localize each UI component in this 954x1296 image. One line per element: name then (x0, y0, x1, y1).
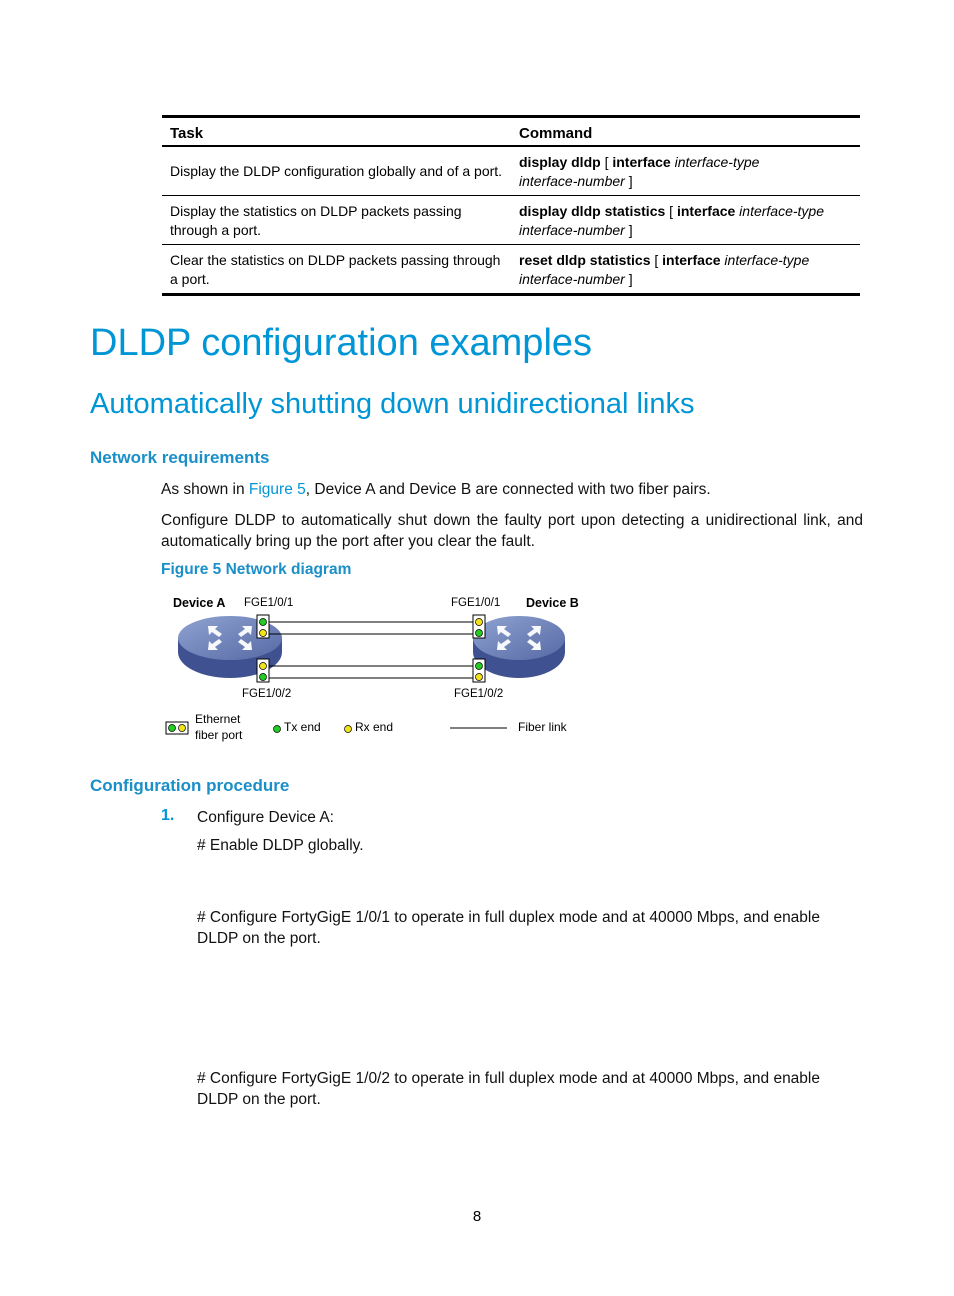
task-cell: Display the statistics on DLDP packets p… (162, 195, 511, 245)
rx-end-icon (259, 662, 267, 670)
command-keyword: interface (662, 252, 721, 268)
legend-rx-icon (344, 725, 352, 733)
subsection-title: Automatically shutting down unidirection… (90, 388, 695, 420)
rx-end-icon (475, 673, 483, 681)
comment-enable-dldp: # Enable DLDP globally. (197, 837, 364, 854)
legend-port-label-2: fiber port (195, 728, 243, 742)
port-a2 (256, 658, 270, 683)
bracket: ] (624, 271, 633, 287)
legend-port-label-1: Ethernet (195, 712, 241, 726)
table-row: Display the DLDP configuration globally … (162, 146, 860, 196)
page-number: 8 (472, 1208, 482, 1225)
legend: Ethernet fiber port Tx end Rx end Fiber … (165, 712, 568, 742)
command-keyword: display dldp (519, 154, 601, 170)
port-b2 (472, 658, 486, 683)
bracket: ] (624, 222, 633, 238)
command-keyword: interface (676, 203, 736, 219)
command-cell: reset dldp statistics [ interface interf… (511, 245, 860, 295)
command-arg: interface-type (670, 154, 760, 170)
command-arg: interface-number (519, 271, 625, 287)
legend-fiber-label: Fiber link (518, 720, 568, 734)
rx-end-icon (475, 618, 483, 626)
rx-end-icon (259, 629, 267, 637)
table-header-row: Task Command (162, 116, 860, 147)
legend-tx-icon (273, 725, 281, 733)
command-cell: display dldp [ interface interface-type i… (511, 146, 860, 196)
device-b-label: Device B (526, 596, 579, 610)
command-arg: interface-number (519, 173, 625, 189)
requirements-paragraph-1: As shown in Figure 5, Device A and Devic… (161, 479, 861, 500)
port-a2-label: FGE1/0/2 (242, 688, 291, 700)
bracket: [ (665, 203, 677, 219)
figure-caption: Figure 5 Network diagram (161, 561, 352, 578)
tx-end-icon (259, 673, 267, 681)
step-1-label: Configure Device A: (197, 809, 334, 826)
network-requirements-heading: Network requirements (90, 448, 270, 467)
text: , Device A and Device B are connected wi… (305, 481, 711, 498)
column-header-command: Command (511, 116, 860, 147)
command-keyword: display dldp statistics (519, 203, 666, 219)
configuration-procedure-heading: Configuration procedure (90, 776, 290, 795)
task-cell: Clear the statistics on DLDP packets pas… (170, 252, 501, 287)
port-a1 (256, 614, 270, 639)
command-keyword: reset dldp statistics (519, 252, 651, 268)
port-a1-label: FGE1/0/1 (244, 597, 293, 609)
table-row: Display the statistics on DLDP packets p… (162, 195, 860, 245)
legend-rx-label: Rx end (355, 720, 393, 734)
device-b-router-icon (473, 616, 565, 678)
bracket: [ (600, 154, 613, 170)
command-keyword: interface (612, 154, 671, 170)
comment-configure-port-2: # Configure FortyGigE 1/0/2 to operate i… (197, 1070, 820, 1108)
legend-tx-label: Tx end (284, 720, 321, 734)
command-arg: interface-type (720, 252, 810, 268)
command-arg: interface-type (735, 203, 825, 219)
text: As shown in (161, 481, 249, 498)
tx-end-icon (475, 629, 483, 637)
column-header-task: Task (162, 116, 511, 147)
port-b1-label: FGE1/0/1 (451, 597, 500, 609)
network-diagram: Device A FGE1/0/1 FGE1/0/2 FGE1/0/1 Devi… (165, 596, 579, 742)
bracket: [ (650, 252, 663, 268)
tx-end-icon (259, 618, 267, 626)
port-b1 (472, 614, 486, 639)
port-b2-label: FGE1/0/2 (454, 688, 503, 700)
comment-configure-port-1: # Configure FortyGigE 1/0/1 to operate i… (197, 909, 820, 947)
task-cell: Display the DLDP configuration globally … (162, 146, 511, 196)
command-cell: display dldp statistics [ interface inte… (511, 195, 860, 245)
step-number: 1. (161, 807, 175, 824)
command-table: Task Command Display the DLDP configurat… (162, 115, 860, 296)
section-title: DLDP configuration examples (90, 322, 593, 364)
bracket: ] (624, 173, 633, 189)
command-arg: interface-number (519, 222, 625, 238)
device-a-label: Device A (173, 596, 225, 610)
requirements-paragraph-2: Configure DLDP to automatically shut dow… (161, 512, 863, 550)
tx-end-icon (475, 662, 483, 670)
figure-5-link[interactable]: Figure 5 (249, 481, 306, 498)
table-row: Clear the statistics on DLDP packets pas… (162, 245, 860, 295)
